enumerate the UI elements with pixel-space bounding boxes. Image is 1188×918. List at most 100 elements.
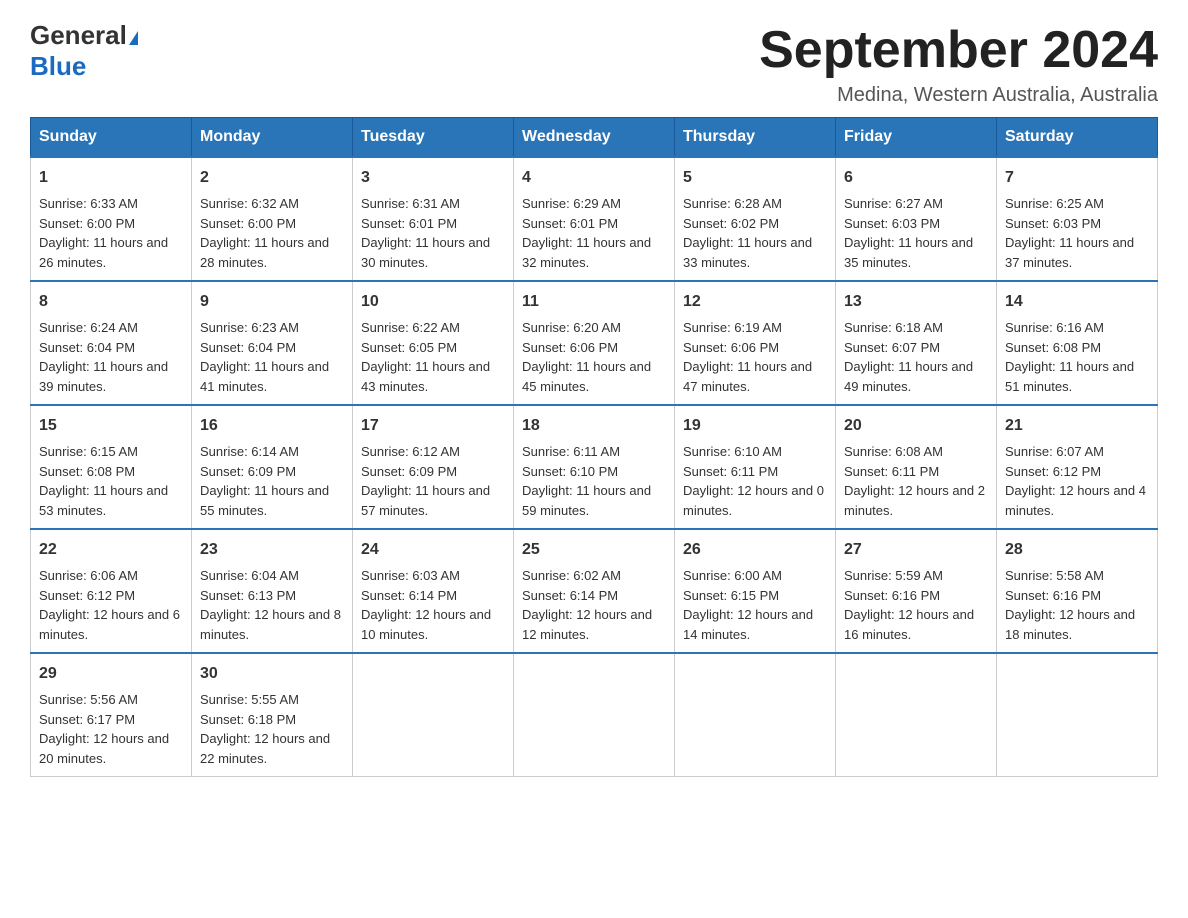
table-row: 7 Sunrise: 6:25 AMSunset: 6:03 PMDayligh… [997,157,1158,281]
day-info: Sunrise: 5:58 AMSunset: 6:16 PMDaylight:… [1005,568,1135,642]
day-info: Sunrise: 6:18 AMSunset: 6:07 PMDaylight:… [844,320,973,394]
table-row [675,653,836,777]
table-row: 12 Sunrise: 6:19 AMSunset: 6:06 PMDaylig… [675,281,836,405]
table-row: 1 Sunrise: 6:33 AMSunset: 6:00 PMDayligh… [31,157,192,281]
day-number: 25 [522,538,666,562]
day-info: Sunrise: 6:06 AMSunset: 6:12 PMDaylight:… [39,568,180,642]
calendar-week-row: 29 Sunrise: 5:56 AMSunset: 6:17 PMDaylig… [31,653,1158,777]
day-info: Sunrise: 6:28 AMSunset: 6:02 PMDaylight:… [683,196,812,270]
col-tuesday: Tuesday [353,118,514,158]
day-number: 30 [200,662,344,686]
table-row: 25 Sunrise: 6:02 AMSunset: 6:14 PMDaylig… [514,529,675,653]
day-number: 27 [844,538,988,562]
table-row: 21 Sunrise: 6:07 AMSunset: 6:12 PMDaylig… [997,405,1158,529]
table-row: 19 Sunrise: 6:10 AMSunset: 6:11 PMDaylig… [675,405,836,529]
day-number: 6 [844,166,988,190]
calendar-week-row: 8 Sunrise: 6:24 AMSunset: 6:04 PMDayligh… [31,281,1158,405]
logo: General Blue [30,20,138,82]
table-row: 14 Sunrise: 6:16 AMSunset: 6:08 PMDaylig… [997,281,1158,405]
day-number: 14 [1005,290,1149,314]
table-row: 30 Sunrise: 5:55 AMSunset: 6:18 PMDaylig… [192,653,353,777]
day-info: Sunrise: 6:04 AMSunset: 6:13 PMDaylight:… [200,568,341,642]
location-subtitle: Medina, Western Australia, Australia [759,84,1158,107]
table-row: 20 Sunrise: 6:08 AMSunset: 6:11 PMDaylig… [836,405,997,529]
day-info: Sunrise: 6:02 AMSunset: 6:14 PMDaylight:… [522,568,652,642]
day-info: Sunrise: 6:16 AMSunset: 6:08 PMDaylight:… [1005,320,1134,394]
day-info: Sunrise: 6:19 AMSunset: 6:06 PMDaylight:… [683,320,812,394]
table-row: 16 Sunrise: 6:14 AMSunset: 6:09 PMDaylig… [192,405,353,529]
calendar-week-row: 15 Sunrise: 6:15 AMSunset: 6:08 PMDaylig… [31,405,1158,529]
month-title: September 2024 [759,20,1158,80]
col-sunday: Sunday [31,118,192,158]
day-number: 4 [522,166,666,190]
day-number: 10 [361,290,505,314]
day-info: Sunrise: 6:32 AMSunset: 6:00 PMDaylight:… [200,196,329,270]
table-row: 17 Sunrise: 6:12 AMSunset: 6:09 PMDaylig… [353,405,514,529]
day-info: Sunrise: 6:07 AMSunset: 6:12 PMDaylight:… [1005,444,1146,518]
table-row: 27 Sunrise: 5:59 AMSunset: 6:16 PMDaylig… [836,529,997,653]
day-info: Sunrise: 6:33 AMSunset: 6:00 PMDaylight:… [39,196,168,270]
day-number: 21 [1005,414,1149,438]
table-row: 24 Sunrise: 6:03 AMSunset: 6:14 PMDaylig… [353,529,514,653]
calendar-header-row: Sunday Monday Tuesday Wednesday Thursday… [31,118,1158,158]
table-row: 22 Sunrise: 6:06 AMSunset: 6:12 PMDaylig… [31,529,192,653]
day-number: 11 [522,290,666,314]
title-area: September 2024 Medina, Western Australia… [759,20,1158,107]
table-row: 11 Sunrise: 6:20 AMSunset: 6:06 PMDaylig… [514,281,675,405]
day-number: 8 [39,290,183,314]
table-row: 23 Sunrise: 6:04 AMSunset: 6:13 PMDaylig… [192,529,353,653]
table-row: 28 Sunrise: 5:58 AMSunset: 6:16 PMDaylig… [997,529,1158,653]
table-row [997,653,1158,777]
calendar-table: Sunday Monday Tuesday Wednesday Thursday… [30,117,1158,777]
day-number: 5 [683,166,827,190]
table-row: 13 Sunrise: 6:18 AMSunset: 6:07 PMDaylig… [836,281,997,405]
page-header: General Blue September 2024 Medina, West… [30,20,1158,107]
day-number: 22 [39,538,183,562]
day-number: 20 [844,414,988,438]
table-row: 10 Sunrise: 6:22 AMSunset: 6:05 PMDaylig… [353,281,514,405]
day-info: Sunrise: 6:20 AMSunset: 6:06 PMDaylight:… [522,320,651,394]
logo-general: General [30,20,138,51]
logo-arrow-icon [129,31,138,45]
calendar-week-row: 22 Sunrise: 6:06 AMSunset: 6:12 PMDaylig… [31,529,1158,653]
table-row: 15 Sunrise: 6:15 AMSunset: 6:08 PMDaylig… [31,405,192,529]
day-info: Sunrise: 6:22 AMSunset: 6:05 PMDaylight:… [361,320,490,394]
day-info: Sunrise: 6:08 AMSunset: 6:11 PMDaylight:… [844,444,985,518]
day-number: 13 [844,290,988,314]
table-row: 29 Sunrise: 5:56 AMSunset: 6:17 PMDaylig… [31,653,192,777]
col-thursday: Thursday [675,118,836,158]
calendar-week-row: 1 Sunrise: 6:33 AMSunset: 6:00 PMDayligh… [31,157,1158,281]
day-info: Sunrise: 6:15 AMSunset: 6:08 PMDaylight:… [39,444,168,518]
day-info: Sunrise: 5:59 AMSunset: 6:16 PMDaylight:… [844,568,974,642]
day-info: Sunrise: 6:11 AMSunset: 6:10 PMDaylight:… [522,444,651,518]
day-info: Sunrise: 6:29 AMSunset: 6:01 PMDaylight:… [522,196,651,270]
table-row [353,653,514,777]
day-number: 28 [1005,538,1149,562]
day-info: Sunrise: 6:23 AMSunset: 6:04 PMDaylight:… [200,320,329,394]
day-number: 17 [361,414,505,438]
day-number: 1 [39,166,183,190]
table-row: 9 Sunrise: 6:23 AMSunset: 6:04 PMDayligh… [192,281,353,405]
day-number: 3 [361,166,505,190]
table-row: 6 Sunrise: 6:27 AMSunset: 6:03 PMDayligh… [836,157,997,281]
day-number: 9 [200,290,344,314]
day-number: 7 [1005,166,1149,190]
col-monday: Monday [192,118,353,158]
day-info: Sunrise: 6:31 AMSunset: 6:01 PMDaylight:… [361,196,490,270]
day-info: Sunrise: 5:56 AMSunset: 6:17 PMDaylight:… [39,692,169,766]
col-friday: Friday [836,118,997,158]
table-row: 4 Sunrise: 6:29 AMSunset: 6:01 PMDayligh… [514,157,675,281]
day-number: 19 [683,414,827,438]
table-row: 8 Sunrise: 6:24 AMSunset: 6:04 PMDayligh… [31,281,192,405]
day-number: 12 [683,290,827,314]
day-info: Sunrise: 6:00 AMSunset: 6:15 PMDaylight:… [683,568,813,642]
day-info: Sunrise: 6:24 AMSunset: 6:04 PMDaylight:… [39,320,168,394]
table-row [836,653,997,777]
day-number: 23 [200,538,344,562]
day-info: Sunrise: 6:10 AMSunset: 6:11 PMDaylight:… [683,444,824,518]
table-row: 18 Sunrise: 6:11 AMSunset: 6:10 PMDaylig… [514,405,675,529]
day-number: 26 [683,538,827,562]
day-number: 24 [361,538,505,562]
day-number: 15 [39,414,183,438]
col-wednesday: Wednesday [514,118,675,158]
